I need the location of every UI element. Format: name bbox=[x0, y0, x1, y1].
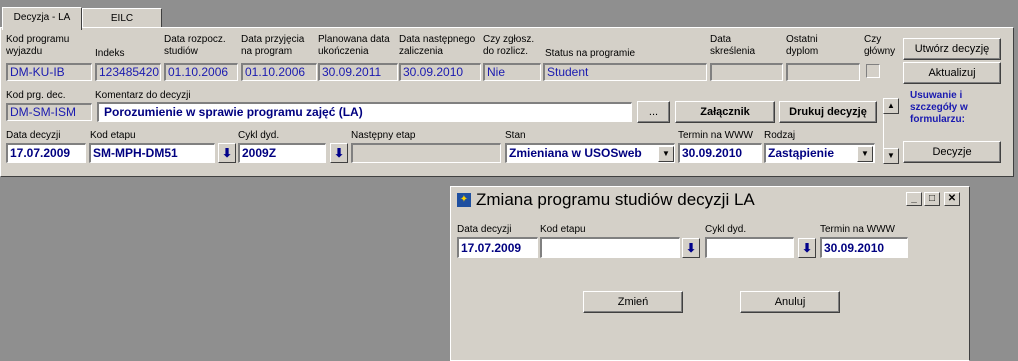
maximize-icon[interactable]: □ bbox=[924, 192, 940, 206]
field-kod-prg-dec[interactable]: DM-SM-ISM bbox=[6, 103, 92, 121]
label-indeks: Indeks bbox=[95, 48, 125, 59]
update-button[interactable]: Aktualizuj bbox=[903, 62, 1001, 84]
download-arrow-icon[interactable]: ⬇ bbox=[682, 238, 700, 258]
dialog-title: Zmiana programu studiów decyzji LA bbox=[476, 190, 755, 209]
label-status: Status na programie bbox=[545, 48, 636, 59]
minimize-icon[interactable]: _ bbox=[906, 192, 922, 206]
dialog-label-kod-etapu: Kod etapu bbox=[540, 224, 586, 235]
ellipsis-button[interactable]: ... bbox=[637, 101, 670, 123]
dialog-field-cykl-dyd[interactable] bbox=[705, 237, 794, 258]
create-decision-button[interactable]: Utwórz decyzję bbox=[903, 38, 1001, 60]
scroll-up-icon[interactable]: ▲ bbox=[883, 98, 899, 114]
label-termin-www: Termin na WWW bbox=[678, 130, 753, 141]
label-data-nastepnego: Data następnego zaliczenia bbox=[399, 34, 476, 57]
select-stan[interactable]: Zmieniana w USOSweb bbox=[505, 143, 675, 163]
field-czy-zgloszono[interactable]: Nie bbox=[483, 63, 541, 81]
label-kod-programu: Kod programu wyjazdu bbox=[6, 34, 70, 57]
field-planowana-data[interactable]: 30.09.2011 bbox=[318, 63, 398, 81]
field-status[interactable]: Student bbox=[543, 63, 707, 81]
chevron-down-icon[interactable]: ▼ bbox=[857, 146, 873, 162]
dialog-label-cykl-dyd: Cykl dyd. bbox=[705, 224, 747, 235]
label-data-przyjecia: Data przyjęcia na program bbox=[241, 34, 305, 57]
dialog-field-kod-etapu[interactable] bbox=[540, 237, 680, 258]
field-kod-etapu[interactable]: SM-MPH-DM51 bbox=[89, 143, 215, 163]
label-komentarz: Komentarz do decyzji bbox=[95, 90, 191, 101]
label-kod-etapu: Kod etapu bbox=[90, 130, 136, 141]
comment-field[interactable]: Porozumienie w sprawie programu zajęć (L… bbox=[97, 102, 632, 122]
info-text: Usuwanie i szczegóły w formularzu: bbox=[910, 90, 968, 125]
print-decision-button[interactable]: Drukuj decyzję bbox=[779, 101, 877, 123]
label-czy-glowny: Czy główny bbox=[864, 34, 896, 57]
decisions-button[interactable]: Decyzje bbox=[903, 141, 1001, 163]
field-indeks[interactable]: 123485420 bbox=[95, 63, 161, 81]
label-czy-zgloszono: Czy zgłosz. do rozlicz. bbox=[483, 34, 535, 57]
label-cykl-dyd: Cykl dyd. bbox=[238, 130, 280, 141]
label-rodzaj: Rodzaj bbox=[764, 130, 796, 141]
tab-eilc[interactable]: EILC bbox=[82, 8, 162, 29]
field-data-skreslenia[interactable] bbox=[710, 63, 783, 81]
label-data-decyzji: Data decyzji bbox=[6, 130, 61, 141]
dialog-window: ✦ Zmiana programu studiów decyzji LA _ □… bbox=[450, 186, 970, 361]
label-data-skreslenia: Data skreślenia bbox=[710, 34, 756, 57]
field-nastepny-etap[interactable] bbox=[351, 143, 501, 163]
download-arrow-icon[interactable]: ⬇ bbox=[798, 238, 816, 258]
label-ostatni-dyplom: Ostatni dyplom bbox=[786, 34, 819, 57]
scroll-down-icon[interactable]: ▼ bbox=[883, 148, 899, 164]
tab-decyzja-la[interactable]: Decyzja - LA bbox=[2, 7, 82, 30]
label-stan: Stan bbox=[505, 130, 526, 141]
dialog-field-termin-www[interactable]: 30.09.2010 bbox=[820, 237, 908, 258]
download-arrow-icon[interactable]: ⬇ bbox=[330, 143, 348, 163]
scroll-track[interactable] bbox=[883, 114, 899, 148]
dialog-label-termin-www: Termin na WWW bbox=[820, 224, 895, 235]
label-nastepny-etap: Następny etap bbox=[351, 130, 416, 141]
field-kod-programu[interactable]: DM-KU-IB bbox=[6, 63, 92, 81]
field-data-rozpocz[interactable]: 01.10.2006 bbox=[164, 63, 238, 81]
label-data-rozpocz: Data rozpocz. studiów bbox=[164, 34, 226, 57]
download-arrow-icon[interactable]: ⬇ bbox=[218, 143, 236, 163]
label-kod-prg-dec: Kod prg. dec. bbox=[6, 90, 66, 101]
chevron-down-icon[interactable]: ▼ bbox=[658, 146, 674, 162]
app-icon: ✦ bbox=[457, 193, 471, 207]
change-button[interactable]: Zmień bbox=[583, 291, 683, 313]
cancel-button[interactable]: Anuluj bbox=[740, 291, 840, 313]
field-ostatni-dyplom[interactable] bbox=[786, 63, 860, 81]
field-termin-www[interactable]: 30.09.2010 bbox=[678, 143, 762, 163]
dialog-titlebar[interactable]: ✦ Zmiana programu studiów decyzji LA _ □… bbox=[454, 190, 964, 210]
dialog-label-data-decyzji: Data decyzji bbox=[457, 224, 512, 235]
dialog-field-data-decyzji[interactable]: 17.07.2009 bbox=[457, 237, 538, 258]
field-data-nastepnego[interactable]: 30.09.2010 bbox=[399, 63, 481, 81]
attachment-button[interactable]: Załącznik bbox=[675, 101, 775, 123]
label-planowana-data: Planowana data ukończenia bbox=[318, 34, 390, 57]
field-cykl-dyd[interactable]: 2009Z bbox=[238, 143, 326, 163]
checkbox-czy-glowny[interactable] bbox=[866, 64, 880, 78]
close-icon[interactable]: ✕ bbox=[944, 192, 960, 206]
field-data-przyjecia[interactable]: 01.10.2006 bbox=[241, 63, 317, 81]
field-data-decyzji[interactable]: 17.07.2009 bbox=[6, 143, 86, 163]
